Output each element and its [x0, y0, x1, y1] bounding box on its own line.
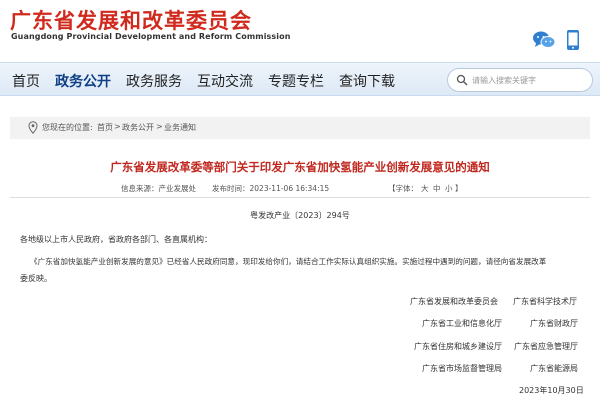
breadcrumb-separator: >	[114, 122, 121, 131]
signatory-finance: 广东省财政厅	[530, 319, 578, 328]
site-title-cn[interactable]: 广东省发展和改革委员会	[10, 5, 252, 35]
nav-item-special-topics[interactable]: 专题专栏	[268, 71, 324, 91]
nav-item-home[interactable]: 首页	[12, 71, 40, 91]
signatory-emergency-management: 广东省应急管理厅	[514, 342, 578, 351]
document-number: 粤发改产业〔2023〕294号	[250, 211, 350, 220]
nav-item-query-download[interactable]: 查询下载	[339, 71, 395, 91]
font-size-close: 】	[455, 184, 463, 193]
font-size-large-link[interactable]: 大	[421, 183, 429, 194]
signing-date: 2023年10月30日	[519, 386, 584, 395]
body-paragraph-line-1: 《广东省加快氢能产业创新发展的意见》已经省人民政府同意，现印发给你们，请结合工作…	[30, 257, 547, 266]
location-pin-icon	[28, 121, 38, 134]
font-size-medium-link[interactable]: 中	[433, 183, 441, 194]
wechat-icon[interactable]	[532, 30, 556, 50]
mobile-icon[interactable]	[566, 29, 580, 51]
signatory-science-technology: 广东省科学技术厅	[513, 297, 577, 306]
breadcrumb-item-business-notice[interactable]: 业务通知	[164, 122, 196, 133]
main-nav: 首页 政务公开 政务服务 互动交流 专题专栏 查询下载	[0, 62, 600, 96]
site-title-en: Guangdong Provincial Development and Ref…	[11, 32, 291, 41]
signatory-development-reform: 广东省发展和改革委员会	[410, 297, 498, 306]
breadcrumb-prefix: 您现在的位置:	[42, 123, 93, 132]
article-publish-time: 发布时间：2023-11-06 16:34:15	[212, 184, 330, 193]
nav-item-gov-services[interactable]: 政务服务	[126, 71, 182, 91]
page: 广东省发展和改革委员会 Guangdong Provincial Develop…	[0, 0, 600, 400]
signatory-energy: 广东省能源局	[530, 364, 578, 373]
font-size-label: 【字体：	[388, 184, 418, 193]
search-icon[interactable]	[456, 74, 468, 86]
breadcrumb-item-gov-affairs-open[interactable]: 政务公开	[122, 122, 154, 133]
salutation: 各地级以上市人民政府，省政府各部门、各直属机构：	[20, 235, 212, 244]
title-divider	[10, 197, 590, 198]
body-paragraph-line-2: 委反映。	[20, 274, 52, 283]
article-title: 广东省发展改革委等部门关于印发广东省加快氢能产业创新发展意见的通知	[110, 160, 490, 174]
breadcrumb-separator: >	[156, 122, 163, 131]
nav-item-interaction[interactable]: 互动交流	[197, 71, 253, 91]
breadcrumb: 您现在的位置: 首页 > 政务公开 > 业务通知	[10, 117, 590, 139]
search-box	[447, 68, 593, 92]
breadcrumb-item-home[interactable]: 首页	[97, 122, 113, 133]
search-input[interactable]	[472, 72, 588, 88]
signatory-industry-it: 广东省工业和信息化厅	[422, 319, 502, 328]
nav-item-gov-affairs-open[interactable]: 政务公开	[55, 71, 111, 91]
font-size-small-link[interactable]: 小	[445, 183, 453, 194]
article-source: 信息来源：产业发展处	[121, 184, 196, 193]
signatory-market-regulation: 广东省市场监督管理局	[422, 364, 502, 373]
site-header: 广东省发展和改革委员会 Guangdong Provincial Develop…	[0, 0, 600, 62]
signatory-housing-construction: 广东省住房和城乡建设厅	[414, 342, 502, 351]
